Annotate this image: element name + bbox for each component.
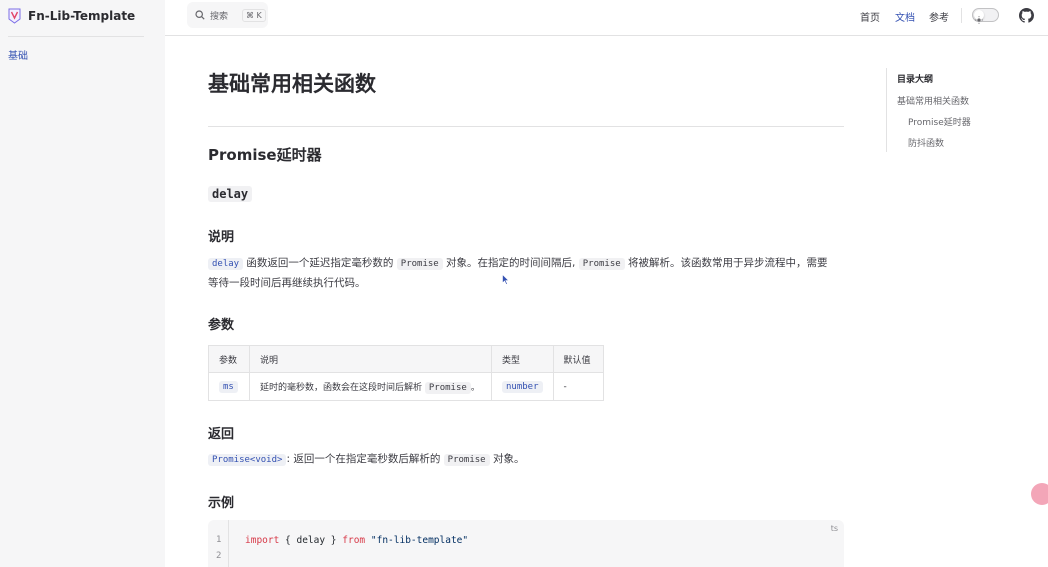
theme-knob [974, 10, 984, 24]
inline-code: Promise [578, 258, 625, 270]
inline-code: Promise [443, 454, 490, 466]
page-title: 基础常用相关函数 [208, 72, 376, 96]
param-name: ms [219, 380, 238, 393]
param-description-end: 。 [470, 383, 480, 393]
table-cell: number [491, 372, 554, 401]
returns-part: : 返回一个在指定毫秒数后解析的 [286, 453, 444, 465]
inline-code: Promise [396, 258, 443, 270]
description-text: delay 函数返回一个延迟指定毫秒数的 Promise 对象。在指定的时间间隔… [208, 254, 844, 293]
sidebar: Fn-Lib-Template 基础 [0, 0, 165, 567]
returns-part: 对象。 [489, 453, 525, 465]
code-keyword: import [245, 535, 280, 546]
sidebar-item-basics[interactable]: 基础 [8, 47, 28, 62]
returns-heading: 返回 [208, 427, 235, 442]
code-string: "fn-lib-template" [370, 535, 469, 546]
table-header-row: 参数 说明 类型 默认值 [208, 345, 604, 373]
top-navbar [165, 0, 1048, 36]
code-keyword: from [342, 535, 366, 546]
search-label: 搜索 [210, 11, 229, 22]
title-divider [208, 126, 844, 127]
nav-reference[interactable]: 参考 [929, 9, 949, 24]
nav-home[interactable]: 首页 [860, 9, 880, 24]
code-language-label: ts [830, 524, 838, 533]
toc-item-debounce[interactable]: 防抖函数 [908, 136, 944, 149]
nav-docs[interactable]: 文档 [895, 9, 915, 24]
params-heading: 参数 [208, 318, 235, 333]
description-part: 等待一段时间后再继续执行代码。 [208, 277, 366, 289]
line-number: 2 [216, 551, 222, 561]
code-block: 1 2 import { delay } from "fn-lib-templa… [208, 520, 844, 567]
code-text: { delay } [279, 535, 343, 546]
floating-action-button[interactable] [1031, 483, 1048, 505]
mouse-cursor-icon [502, 274, 509, 285]
example-heading: 示例 [208, 496, 235, 511]
inline-code: delay [208, 258, 244, 270]
toc-item-basics[interactable]: 基础常用相关函数 [897, 94, 969, 107]
theme-toggle[interactable] [972, 8, 999, 24]
param-description: 延时的毫秒数，函数会在这段时间后解析 [260, 383, 425, 393]
toc-item-promise-delay[interactable]: Promise延时器 [908, 115, 971, 128]
search-button[interactable]: 搜索 ⌘ K [187, 2, 268, 28]
line-number: 1 [216, 535, 222, 545]
returns-text: Promise<void>: 返回一个在指定毫秒数后解析的 Promise 对象… [208, 450, 844, 470]
toc-title: 目录大纲 [897, 75, 934, 85]
table-row: ms 延时的毫秒数，函数会在这段时间后解析 Promise。 number - [208, 372, 604, 401]
table-of-contents: 目录大纲 基础常用相关函数 Promise延时器 防抖函数 [886, 68, 1026, 152]
nav-divider [961, 8, 962, 23]
column-header: 说明 [249, 345, 492, 373]
description-part: 函数返回一个延迟指定毫秒数的 [243, 257, 397, 269]
description-heading: 说明 [208, 230, 235, 245]
description-part: 对象。在指定的时间间隔后, [442, 257, 579, 269]
code-line: import { delay } from "fn-lib-template" [245, 535, 468, 546]
search-shortcut: ⌘ K [242, 8, 266, 22]
column-header: 参数 [208, 345, 250, 373]
search-icon [195, 10, 205, 20]
column-header: 类型 [491, 345, 554, 373]
description-part: 将被解析。该函数常用于异步流程中，需要 [624, 257, 828, 269]
column-header: 默认值 [552, 345, 604, 373]
inline-code: Promise [424, 382, 471, 394]
vitepress-logo-icon [8, 8, 21, 24]
github-icon[interactable] [1019, 8, 1034, 23]
table-cell: 延时的毫秒数，函数会在这段时间后解析 Promise。 [249, 372, 492, 401]
sidebar-divider [8, 36, 144, 37]
table-cell: - [552, 372, 604, 401]
line-number-gutter: 1 2 [208, 520, 229, 567]
function-name-heading: delay [208, 186, 253, 202]
section-heading-promise-delay: Promise延时器 [208, 146, 322, 164]
param-type: number [502, 380, 543, 393]
table-cell: ms [208, 372, 250, 401]
params-table: 参数 说明 类型 默认值 ms 延时的毫秒数，函数会在这段时间后解析 Promi… [208, 345, 604, 401]
sun-icon [975, 16, 983, 24]
brand-name: Fn-Lib-Template [28, 8, 136, 23]
inline-code: Promise<void> [208, 454, 287, 466]
brand-link[interactable]: Fn-Lib-Template [8, 7, 135, 24]
